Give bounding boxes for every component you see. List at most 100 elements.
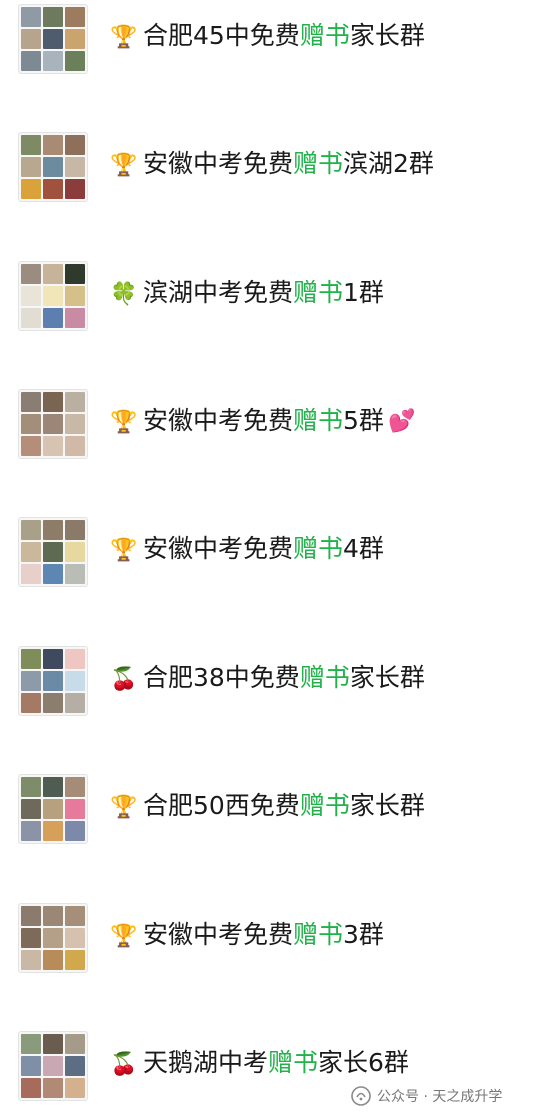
- clover-icon: 🍀: [110, 282, 138, 307]
- group-item[interactable]: 🏆 安徽中考免费赠书滨湖2群: [0, 128, 534, 208]
- avatar-tile: [21, 1056, 41, 1076]
- group-name-prefix: 安徽中考免费: [143, 149, 294, 178]
- avatar-tile: [43, 436, 63, 456]
- avatar-tile: [21, 157, 41, 177]
- group-name-prefix: 合肥38中免费: [143, 663, 300, 692]
- avatar-tile: [65, 799, 85, 819]
- group-name-highlight: 赠书: [293, 406, 344, 435]
- group-name-suffix: 家长6群: [318, 1048, 409, 1077]
- avatar-tile: [21, 51, 41, 71]
- trophy-icon: 🏆: [110, 410, 138, 435]
- avatar-tile: [65, 1034, 85, 1054]
- group-avatar[interactable]: [18, 1031, 88, 1101]
- cherries-icon: 🍒: [110, 667, 138, 692]
- group-name[interactable]: 安徽中考免费赠书3群: [143, 917, 384, 953]
- group-name[interactable]: 合肥45中免费赠书家长群: [143, 18, 425, 54]
- avatar-tile: [43, 777, 63, 797]
- avatar-tile: [43, 564, 63, 584]
- avatar-tile: [43, 520, 63, 540]
- avatar-tile: [43, 392, 63, 412]
- avatar-tile: [43, 179, 63, 199]
- group-avatar[interactable]: [18, 132, 88, 202]
- group-name[interactable]: 合肥50西免费赠书家长群: [143, 788, 425, 824]
- group-item[interactable]: 🍀 滨湖中考免费赠书1群: [0, 257, 534, 337]
- group-name-highlight: 赠书: [293, 534, 344, 563]
- avatar-tile: [21, 671, 41, 691]
- hearts-icon: 💕: [387, 409, 416, 434]
- avatar-tile: [21, 950, 41, 970]
- avatar-tile: [65, 179, 85, 199]
- avatar-tile: [43, 649, 63, 669]
- avatar-tile: [65, 29, 85, 49]
- group-avatar[interactable]: [18, 4, 88, 74]
- group-name-highlight: 赠书: [268, 1048, 319, 1077]
- group-avatar[interactable]: [18, 774, 88, 844]
- avatar-tile: [43, 799, 63, 819]
- watermark-text: 公众号 · 天之成升学: [377, 1089, 503, 1105]
- avatar-tile: [65, 520, 85, 540]
- group-name-suffix: 滨湖2群: [343, 149, 434, 178]
- avatar-tile: [21, 821, 41, 841]
- wechat-official-account-icon: [351, 1086, 371, 1106]
- group-name[interactable]: 安徽中考免费赠书4群: [143, 531, 384, 567]
- avatar-tile: [65, 542, 85, 562]
- group-item[interactable]: 🏆 合肥45中免费赠书家长群: [0, 0, 534, 80]
- avatar-tile: [65, 436, 85, 456]
- avatar-tile: [43, 286, 63, 306]
- group-name[interactable]: 合肥38中免费赠书家长群: [143, 660, 425, 696]
- avatar-tile: [65, 308, 85, 328]
- group-item[interactable]: 🏆 安徽中考免费赠书4群: [0, 513, 534, 593]
- avatar-tile: [65, 392, 85, 412]
- group-avatar[interactable]: [18, 389, 88, 459]
- group-name-suffix: 4群: [343, 534, 384, 563]
- avatar-tile: [65, 414, 85, 434]
- avatar-tile: [43, 1078, 63, 1098]
- group-item[interactable]: 🏆 安徽中考免费赠书3群: [0, 899, 534, 979]
- group-name-suffix: 家长群: [349, 21, 425, 50]
- avatar-tile: [43, 308, 63, 328]
- avatar-tile: [21, 264, 41, 284]
- group-name[interactable]: 滨湖中考免费赠书1群: [143, 275, 384, 311]
- group-name[interactable]: 安徽中考免费赠书5群 💕: [143, 403, 415, 440]
- avatar-tile: [21, 414, 41, 434]
- avatar-tile: [43, 157, 63, 177]
- group-name-prefix: 安徽中考免费: [143, 920, 294, 949]
- avatar-tile: [43, 821, 63, 841]
- avatar-tile: [21, 799, 41, 819]
- avatar-tile: [43, 928, 63, 948]
- avatar-tile: [21, 179, 41, 199]
- group-name-highlight: 赠书: [293, 278, 344, 307]
- avatar-tile: [21, 286, 41, 306]
- avatar-tile: [65, 649, 85, 669]
- group-name-prefix: 天鹅湖中考: [143, 1048, 269, 1077]
- avatar-tile: [43, 51, 63, 71]
- group-item[interactable]: 🍒 合肥38中免费赠书家长群: [0, 642, 534, 722]
- avatar-tile: [65, 135, 85, 155]
- avatar-tile: [43, 1034, 63, 1054]
- avatar-tile: [43, 7, 63, 27]
- group-name-prefix: 安徽中考免费: [143, 534, 294, 563]
- group-name-prefix: 合肥45中免费: [143, 21, 300, 50]
- group-name-prefix: 滨湖中考免费: [143, 278, 294, 307]
- avatar-tile: [21, 564, 41, 584]
- group-avatar[interactable]: [18, 517, 88, 587]
- group-avatar[interactable]: [18, 261, 88, 331]
- avatar-tile: [65, 1078, 85, 1098]
- avatar-tile: [65, 693, 85, 713]
- group-name[interactable]: 天鹅湖中考赠书家长6群: [143, 1045, 409, 1081]
- group-name-suffix: 家长群: [349, 791, 425, 820]
- trophy-icon: 🏆: [110, 795, 138, 820]
- avatar-tile: [43, 693, 63, 713]
- avatar-tile: [65, 671, 85, 691]
- avatar-tile: [65, 777, 85, 797]
- group-name[interactable]: 安徽中考免费赠书滨湖2群: [143, 146, 434, 182]
- avatar-tile: [65, 286, 85, 306]
- group-item[interactable]: 🏆 合肥50西免费赠书家长群: [0, 770, 534, 850]
- cherries-icon: 🍒: [110, 1052, 138, 1077]
- group-avatar[interactable]: [18, 903, 88, 973]
- group-name-highlight: 赠书: [299, 21, 350, 50]
- group-avatar[interactable]: [18, 646, 88, 716]
- group-name-suffix: 1群: [343, 278, 384, 307]
- group-name-highlight: 赠书: [299, 791, 350, 820]
- group-item[interactable]: 🏆 安徽中考免费赠书5群 💕: [0, 385, 534, 465]
